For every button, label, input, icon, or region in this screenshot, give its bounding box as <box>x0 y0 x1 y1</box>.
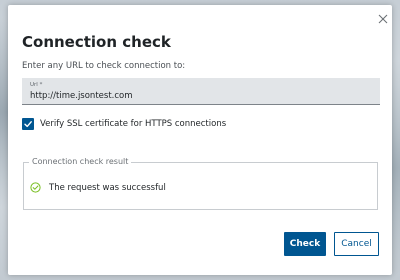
verify-ssl-option[interactable]: Verify SSL certificate for HTTPS connect… <box>22 117 226 130</box>
close-button[interactable] <box>375 11 391 27</box>
dialog-title: Connection check <box>22 33 171 51</box>
instruction-text: Enter any URL to check connection to: <box>22 61 186 71</box>
check-button[interactable]: Check <box>284 232 326 256</box>
result-message: The request was successful <box>49 182 166 193</box>
verify-ssl-checkbox[interactable] <box>22 117 34 130</box>
result-legend: Connection check result <box>29 157 132 166</box>
cancel-button[interactable]: Cancel <box>334 232 379 256</box>
url-field[interactable]: Url * <box>22 78 380 105</box>
success-circle-icon <box>30 182 41 193</box>
result-row: The request was successful <box>30 182 166 193</box>
checkmark-icon <box>24 120 32 127</box>
connection-check-dialog: Connection check Enter any URL to check … <box>8 5 392 275</box>
verify-ssl-label: Verify SSL certificate for HTTPS connect… <box>40 118 227 129</box>
url-field-label: Url * <box>30 82 43 88</box>
url-input[interactable] <box>28 89 372 102</box>
connection-result-group: Connection check result The request was … <box>23 157 378 210</box>
close-icon <box>378 14 388 24</box>
